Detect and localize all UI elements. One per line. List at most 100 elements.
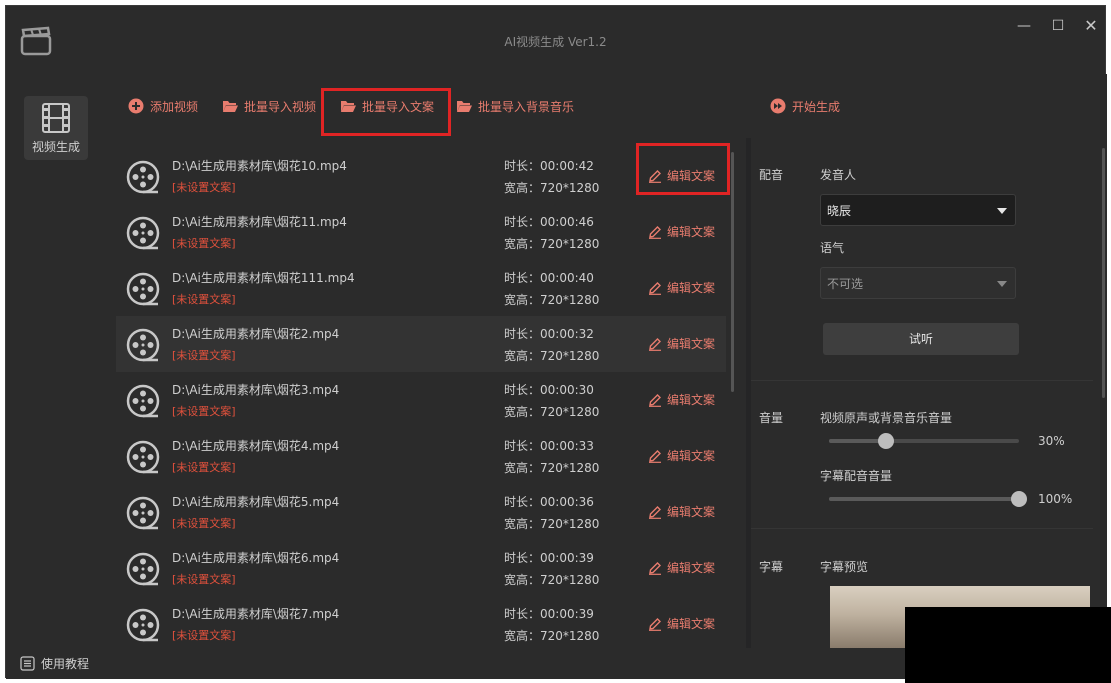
- settings-panel: 配音 发音人 晓辰 语气 不可选 试听 音量 视频原声或背景音乐音量 30% 字…: [751, 138, 1107, 648]
- video-path: D:\Ai生成用素材库\烟花10.mp4: [172, 159, 347, 173]
- start-generate-label: 开始生成: [792, 99, 841, 114]
- film-reel-icon: [126, 384, 160, 418]
- edit-text-button[interactable]: 编辑文案: [648, 503, 715, 520]
- edit-text-label: 编辑文案: [667, 393, 716, 407]
- edit-text-button[interactable]: 编辑文案: [648, 279, 715, 296]
- edit-text-label: 编辑文案: [667, 225, 716, 239]
- film-reel-icon: [126, 160, 160, 194]
- highlight-box-import-text: [321, 88, 451, 136]
- video-text-status: [未设置文案]: [172, 405, 236, 418]
- film-reel-icon: [126, 496, 160, 530]
- list-item[interactable]: D:\Ai生成用素材库\烟花11.mp4 [未设置文案] 时长：00:00:46…: [116, 204, 726, 260]
- batch-import-video-button[interactable]: 批量导入视频: [222, 94, 316, 118]
- chevron-down-icon: [997, 208, 1007, 214]
- video-path: D:\Ai生成用素材库\烟花111.mp4: [172, 271, 355, 285]
- batch-import-bgm-button[interactable]: 批量导入背景音乐: [456, 94, 574, 118]
- edit-text-label: 编辑文案: [667, 449, 716, 463]
- edit-text-button[interactable]: 编辑文案: [648, 447, 715, 464]
- video-path: D:\Ai生成用素材库\烟花5.mp4: [172, 495, 340, 509]
- video-path: D:\Ai生成用素材库\烟花3.mp4: [172, 383, 340, 397]
- slider-fill: [829, 497, 1019, 501]
- slider-handle[interactable]: [1011, 491, 1027, 507]
- speaker-label: 发音人: [820, 168, 857, 182]
- fast-forward-circle-icon: [770, 98, 786, 114]
- pencil-icon: [649, 281, 661, 295]
- sidebar: 视频生成: [6, 74, 106, 648]
- listen-button[interactable]: 试听: [823, 323, 1019, 355]
- film-reel-icon: [126, 608, 160, 642]
- batch-import-video-label: 批量导入视频: [244, 99, 317, 114]
- list-item[interactable]: D:\Ai生成用素材库\烟花6.mp4 [未设置文案] 时长：00:00:39 …: [116, 540, 726, 596]
- add-video-button[interactable]: 添加视频: [128, 94, 198, 118]
- original-volume-value: 30%: [1038, 434, 1065, 448]
- plus-circle-icon: [128, 98, 144, 114]
- video-text-status: [未设置文案]: [172, 237, 236, 250]
- list-item[interactable]: D:\Ai生成用素材库\烟花5.mp4 [未设置文案] 时长：00:00:36 …: [116, 484, 726, 540]
- maximize-icon[interactable]: ☐: [1048, 16, 1068, 36]
- list-scrollbar[interactable]: [731, 152, 734, 392]
- sidebar-item-video-generate[interactable]: 视频生成: [24, 96, 88, 160]
- subtitle-volume-slider[interactable]: [829, 491, 1027, 507]
- list-item[interactable]: D:\Ai生成用素材库\烟花10.mp4 [未设置文案] 时长：00:00:42…: [116, 148, 726, 204]
- title-bar: AI视频生成 Ver1.2 — ☐ ✕: [6, 6, 1105, 74]
- folder-open-icon: [223, 101, 238, 112]
- folder-open-icon: [457, 101, 472, 112]
- edit-text-label: 编辑文案: [667, 505, 716, 519]
- video-path: D:\Ai生成用素材库\烟花2.mp4: [172, 327, 340, 341]
- original-volume-slider[interactable]: [829, 433, 1019, 449]
- video-resolution: 宽高：720*1280: [504, 349, 600, 363]
- edit-text-button[interactable]: 编辑文案: [648, 223, 715, 240]
- video-resolution: 宽高：720*1280: [504, 573, 600, 587]
- list-icon: [20, 656, 35, 671]
- list-item[interactable]: D:\Ai生成用素材库\烟花111.mp4 [未设置文案] 时长：00:00:4…: [116, 260, 726, 316]
- pencil-icon: [649, 505, 661, 519]
- edit-text-button[interactable]: 编辑文案: [648, 615, 715, 632]
- video-path: D:\Ai生成用素材库\烟花4.mp4: [172, 439, 340, 453]
- close-icon[interactable]: ✕: [1081, 16, 1101, 36]
- tone-select: 不可选: [820, 267, 1016, 299]
- edit-text-label: 编辑文案: [667, 617, 716, 631]
- highlight-box-edit-text: [636, 143, 730, 195]
- subtitle-volume-label: 字幕配音音量: [820, 469, 893, 483]
- subtitle-preview-label: 字幕预览: [820, 560, 869, 574]
- tutorial-label: 使用教程: [41, 657, 90, 671]
- video-duration: 时长：00:00:40: [504, 271, 594, 285]
- pencil-icon: [649, 337, 661, 351]
- film-reel-icon: [126, 440, 160, 474]
- film-reel-icon: [126, 328, 160, 362]
- redaction-block: [905, 607, 1111, 683]
- video-resolution: 宽高：720*1280: [504, 461, 600, 475]
- chevron-down-icon: [997, 281, 1007, 287]
- list-item[interactable]: D:\Ai生成用素材库\烟花3.mp4 [未设置文案] 时长：00:00:30 …: [116, 372, 726, 428]
- pencil-icon: [649, 225, 661, 239]
- pencil-icon: [649, 561, 661, 575]
- video-duration: 时长：00:00:39: [504, 607, 594, 621]
- panel-scrollbar[interactable]: [1102, 148, 1105, 398]
- speaker-value: 晓辰: [827, 203, 852, 218]
- film-reel-icon: [126, 216, 160, 250]
- original-volume-label: 视频原声或背景音乐音量: [820, 411, 953, 425]
- pencil-icon: [649, 449, 661, 463]
- edit-text-button[interactable]: 编辑文案: [648, 559, 715, 576]
- list-item[interactable]: D:\Ai生成用素材库\烟花4.mp4 [未设置文案] 时长：00:00:33 …: [116, 428, 726, 484]
- edit-text-label: 编辑文案: [667, 281, 716, 295]
- list-item[interactable]: D:\Ai生成用素材库\烟花7.mp4 [未设置文案] 时长：00:00:39 …: [116, 596, 726, 648]
- video-path: D:\Ai生成用素材库\烟花7.mp4: [172, 607, 340, 621]
- toolbar: 添加视频 批量导入视频 批量导入文案 批量导入背景音乐 开始生成: [106, 74, 1107, 138]
- tone-value: 不可选: [827, 276, 864, 291]
- video-path: D:\Ai生成用素材库\烟花6.mp4: [172, 551, 340, 565]
- edit-text-button[interactable]: 编辑文案: [648, 391, 715, 408]
- slider-handle[interactable]: [878, 433, 894, 449]
- video-duration: 时长：00:00:32: [504, 327, 594, 341]
- video-text-status: [未设置文案]: [172, 293, 236, 306]
- video-text-status: [未设置文案]: [172, 349, 236, 362]
- start-generate-button[interactable]: 开始生成: [770, 94, 840, 118]
- video-duration: 时长：00:00:46: [504, 215, 594, 229]
- tutorial-link[interactable]: 使用教程: [20, 655, 89, 672]
- pencil-icon: [649, 617, 661, 631]
- minimize-icon[interactable]: —: [1014, 16, 1034, 36]
- speaker-select[interactable]: 晓辰: [820, 194, 1016, 226]
- edit-text-button[interactable]: 编辑文案: [648, 335, 715, 352]
- list-item-selected[interactable]: D:\Ai生成用素材库\烟花2.mp4 [未设置文案] 时长：00:00:32 …: [116, 316, 726, 372]
- tone-label: 语气: [820, 241, 845, 255]
